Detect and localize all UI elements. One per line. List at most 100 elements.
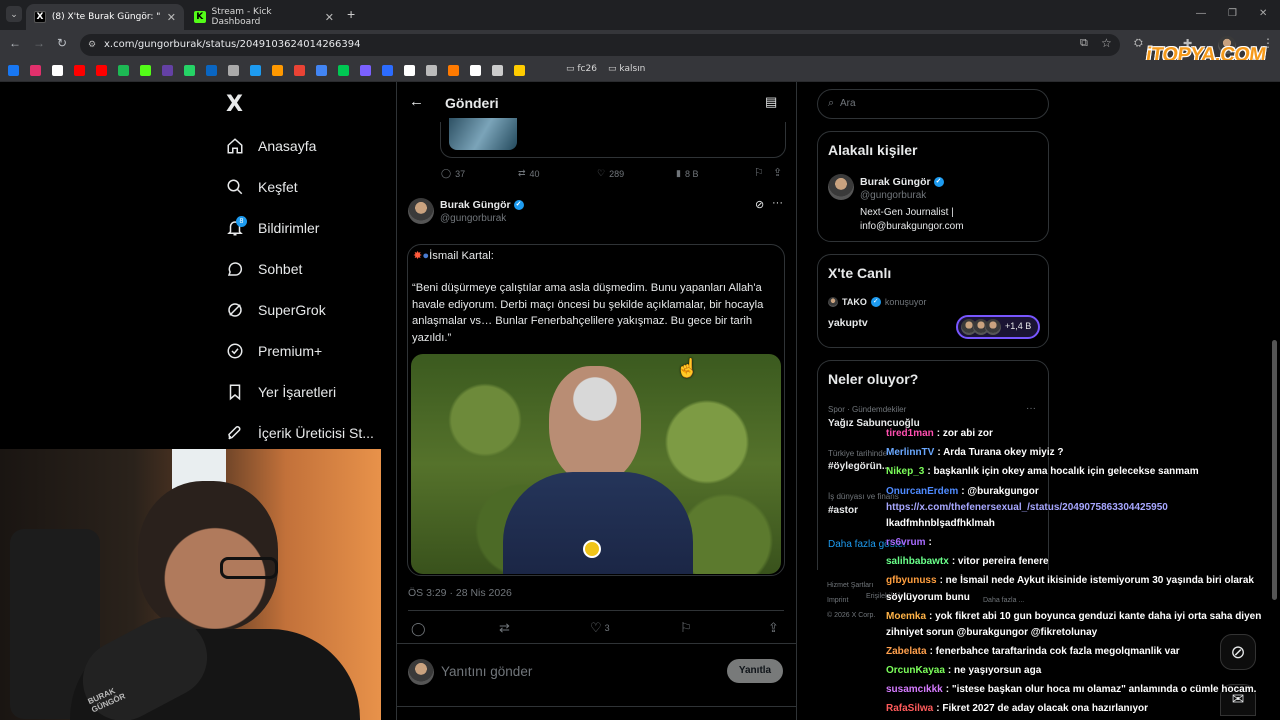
sidebar-item-supergrok[interactable]: SuperGrok xyxy=(226,301,326,319)
listeners-pill[interactable]: +1,4 B xyxy=(956,315,1040,339)
reader-view-icon[interactable]: ▤ xyxy=(765,94,777,110)
tab-title: Stream - Kick Dashboard xyxy=(211,7,272,27)
bookmark-favicon-icon[interactable] xyxy=(140,65,151,76)
tab-x-post[interactable]: X (8) X'te Burak Güngör: "https:// ✕ xyxy=(26,4,184,30)
previous-tweet-card[interactable] xyxy=(440,118,786,158)
bookmark-favicon-icon[interactable] xyxy=(206,65,217,76)
extension-icon[interactable]: ⛭ xyxy=(1134,37,1143,50)
back-icon[interactable]: ← xyxy=(9,36,21,50)
share-icon[interactable]: ⇪ xyxy=(773,166,782,179)
restore-icon[interactable]: ❐ xyxy=(1228,8,1237,19)
related-avatar[interactable] xyxy=(828,174,854,200)
bookmark-favicon-icon[interactable] xyxy=(426,65,437,76)
bookmark-favicon-icon[interactable] xyxy=(404,65,415,76)
grok-explain-icon[interactable]: ⊘ xyxy=(755,198,764,211)
bookmark-favicon-icon[interactable] xyxy=(8,65,19,76)
verified-badge-icon: ✓ xyxy=(513,200,524,211)
bookmark-favicon-icon[interactable] xyxy=(228,65,239,76)
share-icon[interactable]: ⇪ xyxy=(768,620,779,636)
back-arrow-icon[interactable]: ← xyxy=(409,93,424,110)
sidebar-item-label: Sohbet xyxy=(258,261,303,277)
bookmark-favicon-icon[interactable] xyxy=(294,65,305,76)
minimize-icon[interactable]: — xyxy=(1196,8,1206,19)
bookmark-favicon-icon[interactable] xyxy=(470,65,481,76)
sidebar-item-premium[interactable]: Premium+ xyxy=(226,342,322,360)
author-handle[interactable]: @gungorburak xyxy=(440,213,506,224)
bookmark-favicon-icon[interactable] xyxy=(514,65,525,76)
page-scrollbar[interactable] xyxy=(1272,340,1277,600)
bookmark-favicon-icon[interactable] xyxy=(448,65,459,76)
bookmark-icon[interactable]: ⚐ xyxy=(680,620,692,636)
bookmark-favicon-icon[interactable] xyxy=(338,65,349,76)
footer-more[interactable]: Daha fazla ... xyxy=(983,597,1024,604)
trend-topic[interactable]: #öylegörün... xyxy=(828,461,890,472)
bookmark-favicon-icon[interactable] xyxy=(316,65,327,76)
x-logo[interactable]: X xyxy=(226,92,243,117)
live-space-name[interactable]: yakuptv xyxy=(828,317,868,329)
bookmark-favicon-icon[interactable] xyxy=(184,65,195,76)
retweet-count[interactable]: ⇄ 40 xyxy=(518,168,540,179)
like-count[interactable]: ♡ 289 xyxy=(597,168,624,179)
chat-username: RafaSilwa xyxy=(886,703,934,714)
listener-avatar xyxy=(985,319,1001,335)
sidebar-item-label: Bildirimler xyxy=(258,220,320,236)
views-count[interactable]: ▮ 8 B xyxy=(676,168,698,179)
new-tab-button[interactable]: + xyxy=(347,6,355,22)
chat-username: salihbabawtx xyxy=(886,556,949,567)
footer-link[interactable]: Hizmet Şartları xyxy=(827,578,875,593)
reload-icon[interactable]: ↻ xyxy=(57,36,67,50)
like-button[interactable]: ♡ 3 xyxy=(590,620,610,636)
close-tab-icon[interactable]: ✕ xyxy=(325,11,334,24)
author-avatar[interactable] xyxy=(408,198,434,224)
reply-icon[interactable]: ◯ xyxy=(411,621,426,637)
bookmark-favicon-icon[interactable] xyxy=(74,65,85,76)
related-name[interactable]: Burak Güngör ✓ xyxy=(860,176,944,188)
chat-text: : "istese başkan olur hoca mı olamaz" an… xyxy=(945,684,1257,695)
bookmark-favicon-icon[interactable] xyxy=(382,65,393,76)
sidebar-item-chat[interactable]: Sohbet xyxy=(226,260,302,278)
install-app-icon[interactable]: ⧉ xyxy=(1080,37,1088,50)
bookmark-folder-kalsin[interactable]: ▭ kalsın xyxy=(608,64,645,74)
bookmark-favicon-icon[interactable] xyxy=(360,65,371,76)
sidebar-item-creator-studio[interactable]: İçerik Üreticisi St... xyxy=(226,424,374,442)
notification-badge: 8 xyxy=(236,216,247,227)
live-host[interactable]: TAKO ✓ konuşuyor xyxy=(828,297,926,307)
site-info-icon[interactable]: ⚙ xyxy=(88,34,96,56)
author-name[interactable]: Burak Güngör ✓ xyxy=(440,199,524,211)
reply-input[interactable]: Yanıtını gönder xyxy=(441,664,532,679)
reply-count[interactable]: ◯ 37 xyxy=(441,168,465,179)
search-input[interactable]: ⌕ Ara xyxy=(817,89,1049,119)
bookmark-icon[interactable]: ⚐ xyxy=(754,166,764,179)
retweet-icon[interactable]: ⇄ xyxy=(499,620,510,636)
sidebar-item-home[interactable]: Anasayfa xyxy=(226,137,316,155)
bookmark-favicon-icon[interactable] xyxy=(162,65,173,76)
bookmark-favicon-icon[interactable] xyxy=(30,65,41,76)
retweet-count-label: 40 xyxy=(529,168,540,179)
bookmark-star-icon[interactable]: ☆ xyxy=(1101,36,1112,50)
bookmark-favicon-icon[interactable] xyxy=(272,65,283,76)
tweet-photo[interactable] xyxy=(411,354,781,574)
bookmark-favicon-icon[interactable] xyxy=(118,65,129,76)
tweet-timestamp[interactable]: ÖS 3:29 · 28 Nis 2026 xyxy=(408,587,512,599)
trend-more-icon[interactable]: ··· xyxy=(1026,403,1036,414)
grok-floating-button[interactable]: ⊘ xyxy=(1220,634,1256,670)
forward-icon[interactable]: → xyxy=(33,36,45,50)
bookmark-folder-fc26[interactable]: ▭ fc26 xyxy=(566,64,597,74)
more-options-icon[interactable]: ··· xyxy=(772,197,783,209)
reply-button[interactable]: Yanıtla xyxy=(727,659,783,683)
address-bar[interactable]: ⚙ x.com/gungorburak/status/2049103624014… xyxy=(80,34,1120,56)
sidebar-item-explore[interactable]: Keşfet xyxy=(226,178,298,196)
sidebar-item-bookmarks[interactable]: Yer İşaretleri xyxy=(226,383,336,401)
trend-topic[interactable]: #astor xyxy=(828,505,858,516)
like-count-label: 289 xyxy=(609,168,625,179)
close-window-icon[interactable]: ✕ xyxy=(1259,8,1267,19)
bookmark-favicon-icon[interactable] xyxy=(250,65,261,76)
bookmark-favicon-icon[interactable] xyxy=(52,65,63,76)
tab-kick-dashboard[interactable]: K Stream - Kick Dashboard ✕ xyxy=(186,4,342,30)
divider xyxy=(397,643,796,644)
tab-search-button[interactable]: ⌄ xyxy=(6,6,22,22)
chat-text: : xyxy=(928,537,932,548)
close-tab-icon[interactable]: ✕ xyxy=(167,11,176,24)
bookmark-favicon-icon[interactable] xyxy=(96,65,107,76)
bookmark-favicon-icon[interactable] xyxy=(492,65,503,76)
